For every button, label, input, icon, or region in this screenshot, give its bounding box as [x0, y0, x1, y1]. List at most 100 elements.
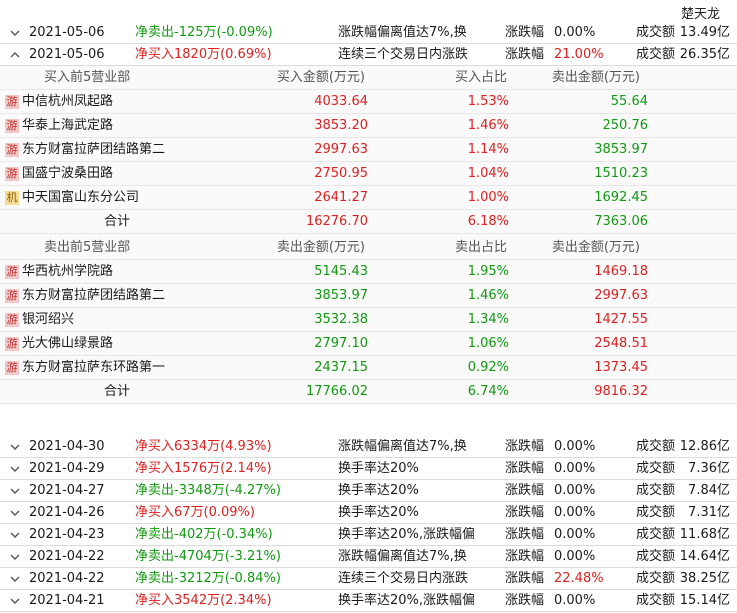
hot-money-badge: 游: [5, 289, 19, 303]
branch-name[interactable]: 东方财富拉萨东环路第一: [22, 360, 165, 376]
row-turnover-value: 11.68亿: [679, 527, 730, 542]
row-change-label: 涨跌幅: [505, 571, 545, 586]
row-reason: 涨跌幅偏离值达7%,换: [338, 25, 467, 40]
row-net-flow: 净卖出-3212万(-0.84%): [135, 571, 281, 586]
list-row[interactable]: 2021-04-30 净买入6334万(4.93%) 涨跌幅偏离值达7%,换 涨跌幅 0…: [0, 436, 737, 458]
row-date: 2021-04-22: [29, 549, 105, 564]
list-row[interactable]: 2021-04-27 净卖出-3348万(-4.27%) 换手率达20% 涨跌幅 0.0…: [0, 480, 737, 502]
branch-name[interactable]: 国盛宁波桑田路: [22, 166, 113, 182]
amount-col1: 2997.63: [314, 142, 368, 157]
branch-row[interactable]: 游华泰上海武定路 3853.20 1.46% 250.76: [0, 114, 737, 138]
ratio-col2: 1.14%: [467, 142, 509, 157]
row-change-value: 0.00%: [554, 593, 596, 608]
branch-row[interactable]: 机中天国富山东分公司 2641.27 1.00% 1692.45: [0, 186, 737, 210]
hot-money-badge: 游: [5, 167, 19, 181]
branch-name[interactable]: 光大佛山绿景路: [22, 336, 113, 352]
ratio-col2: 0.92%: [467, 360, 509, 375]
branch-row[interactable]: 游东方财富拉萨团结路第二 2997.63 1.14% 3853.97: [0, 138, 737, 162]
chevron-down-icon[interactable]: [8, 26, 22, 40]
row-change-value: 22.48%: [554, 571, 604, 586]
row-change-label: 涨跌幅: [505, 25, 545, 40]
header-branch: 卖出前5营业部: [44, 240, 131, 255]
list-row[interactable]: 2021-04-22 净卖出-3212万(-0.84%) 连续三个交易日内涨跌 涨跌幅…: [0, 568, 737, 590]
row-date: 2021-04-26: [29, 505, 105, 520]
row-reason: 换手率达20%: [338, 461, 419, 476]
row-reason: 换手率达20%,涨跌幅偏: [338, 527, 474, 542]
list-row[interactable]: 2021-04-21 净买入3542万(2.34%) 换手率达20%,涨跌幅偏 涨跌幅…: [0, 590, 737, 612]
total-row: 合计 16276.70 6.18% 7363.06: [0, 210, 737, 234]
row-date: 2021-04-21: [29, 593, 105, 608]
hot-money-badge: 游: [5, 265, 19, 279]
chevron-down-icon[interactable]: [8, 528, 22, 542]
row-change-label: 涨跌幅: [505, 47, 545, 62]
branch-name[interactable]: 东方财富拉萨团结路第二: [22, 288, 165, 304]
row-date: 2021-04-23: [29, 527, 105, 542]
stock-name: 楚天龙: [680, 7, 720, 22]
amount-col3: 1692.45: [594, 190, 648, 205]
chevron-down-icon[interactable]: [8, 594, 22, 608]
row-turnover-label: 成交额: [636, 483, 676, 498]
list-row[interactable]: 2021-04-22 净卖出-4704万(-3.21%) 涨跌幅偏离值达7%,换 涨跌…: [0, 546, 737, 568]
row-date: 2021-04-29: [29, 461, 105, 476]
row-change-label: 涨跌幅: [505, 439, 545, 454]
section-header-row: 卖出前5营业部 卖出金额(万元) 卖出占比 卖出金额(万元): [0, 236, 737, 260]
branch-name[interactable]: 银河绍兴: [22, 312, 74, 328]
list-row[interactable]: 2021-04-23 净卖出-402万(-0.34%) 换手率达20%,涨跌幅偏 涨跌…: [0, 524, 737, 546]
branch-row[interactable]: 游华西杭州学院路 5145.43 1.95% 1469.18: [0, 260, 737, 284]
total-label: 合计: [104, 384, 131, 399]
amount-col1: 5145.43: [314, 264, 368, 279]
row-turnover-label: 成交额: [636, 549, 676, 564]
row-net-flow: 净买入67万(0.09%): [135, 505, 255, 520]
branch-row[interactable]: 游银河绍兴 3532.38 1.34% 1427.55: [0, 308, 737, 332]
chevron-down-icon[interactable]: [8, 484, 22, 498]
branch-name[interactable]: 华泰上海武定路: [22, 118, 113, 134]
branch-row[interactable]: 游光大佛山绿景路 2797.10 1.06% 2548.51: [0, 332, 737, 356]
row-change-value: 0.00%: [554, 439, 596, 454]
header-col1: 卖出金额(万元): [276, 240, 365, 255]
chevron-down-icon[interactable]: [8, 506, 22, 520]
row-turnover-label: 成交额: [636, 505, 676, 520]
row-net-flow: 净买入1820万(0.69%): [135, 47, 272, 62]
amount-col1: 3853.97: [314, 288, 368, 303]
list-row[interactable]: 2021-04-29 净买入1576万(2.14%) 换手率达20% 涨跌幅 0.00%…: [0, 458, 737, 480]
header-branch: 买入前5营业部: [44, 70, 131, 85]
branch-row[interactable]: 游中信杭州凤起路 4033.64 1.53% 55.64: [0, 90, 737, 114]
chevron-up-icon[interactable]: [8, 48, 22, 62]
chevron-down-icon[interactable]: [8, 550, 22, 564]
chevron-down-icon[interactable]: [8, 440, 22, 454]
branch-name[interactable]: 华西杭州学院路: [22, 264, 113, 280]
chevron-down-icon[interactable]: [8, 572, 22, 586]
branch-name[interactable]: 中信杭州凤起路: [22, 94, 113, 110]
row-turnover-value: 26.35亿: [679, 47, 730, 62]
branch-name[interactable]: 中天国富山东分公司: [22, 190, 139, 206]
row-reason: 连续三个交易日内涨跌: [338, 571, 469, 586]
header-col2: 卖出占比: [454, 240, 507, 255]
row-change-label: 涨跌幅: [505, 461, 545, 476]
branch-row[interactable]: 游东方财富拉萨东环路第一 2437.15 0.92% 1373.45: [0, 356, 737, 380]
branch-row[interactable]: 游东方财富拉萨团结路第二 3853.97 1.46% 2997.63: [0, 284, 737, 308]
total-row: 合计 17766.02 6.74% 9816.32: [0, 380, 737, 404]
amount-col1: 2641.27: [314, 190, 368, 205]
row-reason: 换手率达20%: [338, 483, 419, 498]
amount-col3: 1510.23: [594, 166, 648, 181]
amount-col3: 3853.97: [594, 142, 648, 157]
branch-row[interactable]: 游国盛宁波桑田路 2750.95 1.04% 1510.23: [0, 162, 737, 186]
row-date: 2021-04-30: [29, 439, 105, 454]
total-col1: 17766.02: [305, 384, 368, 399]
header-col3: 卖出金额(万元): [551, 70, 640, 85]
row-turnover-value: 12.86亿: [679, 439, 730, 454]
row-turnover-label: 成交额: [636, 439, 676, 454]
branch-name[interactable]: 东方财富拉萨团结路第二: [22, 142, 165, 158]
list-row[interactable]: 2021-04-26 净买入67万(0.09%) 换手率达20% 涨跌幅 0.00% 成交…: [0, 502, 737, 524]
row-date: 2021-05-06: [29, 47, 105, 62]
row-turnover-value: 7.31亿: [688, 505, 730, 520]
list-row[interactable]: 2021-05-06 净买入1820万(0.69%) 连续三个交易日内涨跌 涨跌幅 21…: [0, 44, 737, 66]
ratio-col2: 1.46%: [467, 118, 509, 133]
section-header-row: 买入前5营业部 买入金额(万元) 买入占比 卖出金额(万元): [0, 66, 737, 90]
chevron-down-icon[interactable]: [8, 462, 22, 476]
row-net-flow: 净买入6334万(4.93%): [135, 439, 272, 454]
row-turnover-value: 15.14亿: [679, 593, 730, 608]
list-row[interactable]: 2021-05-06 净卖出-125万(-0.09%) 涨跌幅偏离值达7%,换 涨跌幅…: [0, 22, 737, 44]
row-change-label: 涨跌幅: [505, 593, 545, 608]
row-net-flow: 净卖出-4704万(-3.21%): [135, 549, 281, 564]
